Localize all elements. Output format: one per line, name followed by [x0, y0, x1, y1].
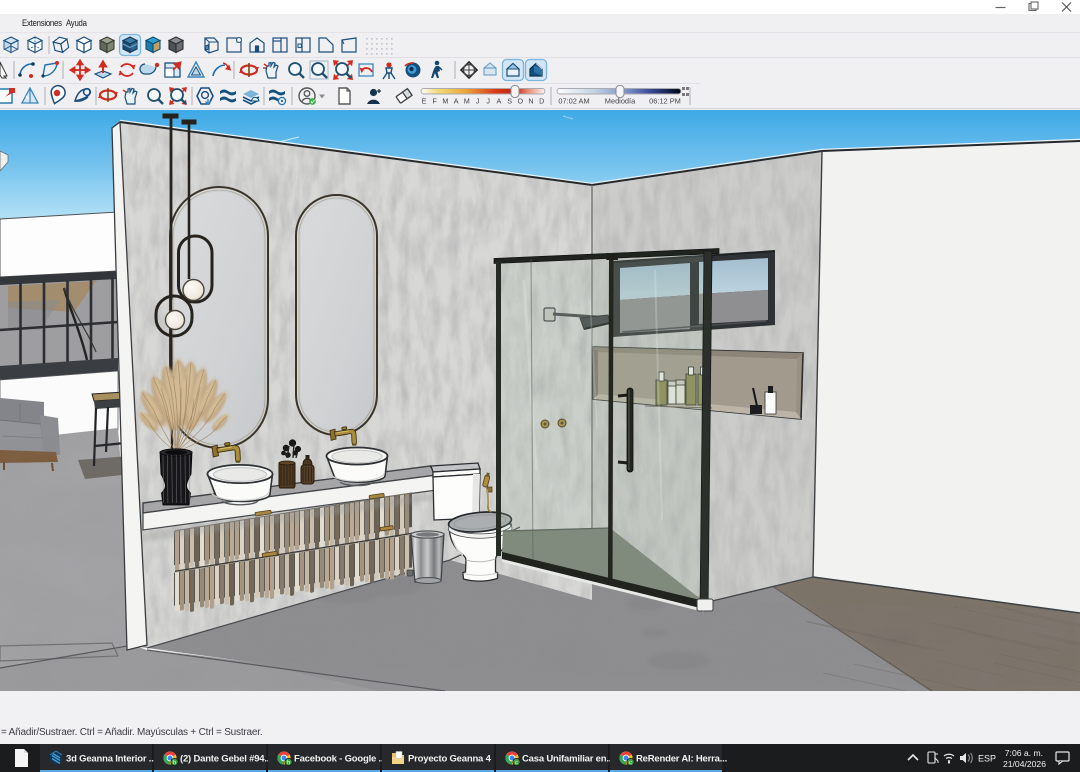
- svg-text:O: O: [518, 97, 524, 106]
- svg-text:07:02 AM: 07:02 AM: [558, 97, 589, 106]
- svg-text:h: h: [287, 760, 290, 766]
- svg-text:F: F: [433, 97, 438, 106]
- svg-text:7:06 a. m.: 7:06 a. m.: [1005, 748, 1043, 758]
- svg-text:Facebook - Google ...: Facebook - Google ...: [294, 754, 386, 765]
- svg-text:A: A: [454, 97, 459, 106]
- svg-text:J: J: [476, 97, 480, 106]
- svg-text:E: E: [422, 97, 427, 106]
- svg-text:A: A: [497, 97, 502, 106]
- svg-text:c: c: [629, 760, 632, 766]
- svg-text:Casa Unifamiliar en...: Casa Unifamiliar en...: [522, 754, 614, 765]
- svg-text:3d Geanna Interior ...: 3d Geanna Interior ...: [66, 754, 156, 765]
- svg-text:S: S: [507, 97, 512, 106]
- svg-text:h: h: [173, 760, 176, 766]
- svg-text:J: J: [486, 97, 490, 106]
- svg-text:ESP: ESP: [978, 754, 996, 764]
- svg-text:N: N: [528, 97, 533, 106]
- svg-text:Mediodía: Mediodía: [605, 97, 636, 106]
- svg-text:Proyecto Geanna 4: Proyecto Geanna 4: [408, 754, 492, 765]
- svg-text:M: M: [464, 97, 470, 106]
- svg-text:M: M: [442, 97, 448, 106]
- svg-text:(2) Dante Gebel #94...: (2) Dante Gebel #94...: [180, 754, 272, 765]
- svg-text:06:12 PM: 06:12 PM: [649, 97, 681, 106]
- svg-text:c: c: [515, 760, 518, 766]
- svg-text:21/04/2026: 21/04/2026: [1003, 759, 1046, 769]
- svg-text:ReRender AI: Herra...: ReRender AI: Herra...: [636, 754, 727, 765]
- svg-text:D: D: [539, 97, 544, 106]
